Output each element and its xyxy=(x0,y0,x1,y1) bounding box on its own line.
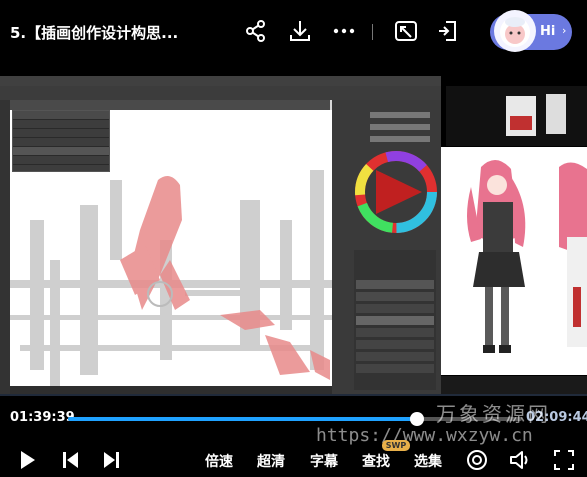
os-taskbar xyxy=(0,394,587,396)
app-toolbox xyxy=(0,100,10,394)
app-menubar xyxy=(0,76,441,86)
assistant-label: Hi xyxy=(540,24,556,39)
reference-image xyxy=(441,147,587,375)
assistant-avatar[interactable] xyxy=(494,10,536,52)
previous-icon[interactable] xyxy=(58,447,84,473)
screen-cast-icon[interactable] xyxy=(393,18,419,44)
video-title: 5.【插画创作设计构思... xyxy=(10,24,179,42)
reference-toolbar xyxy=(441,376,587,396)
fullscreen-icon[interactable] xyxy=(551,447,577,473)
play-icon[interactable] xyxy=(14,447,40,473)
subtitle-button[interactable]: 字幕 xyxy=(310,451,338,471)
reference-thumbnail xyxy=(446,86,587,146)
download-icon[interactable] xyxy=(287,18,313,44)
watermark-badge: SWP xyxy=(382,440,410,451)
watermark-url: https://www.wxzyw.cn xyxy=(316,425,533,446)
search-button[interactable]: 查找 xyxy=(362,451,390,471)
progress-handle[interactable] xyxy=(409,412,424,426)
volume-icon[interactable] xyxy=(507,447,533,473)
episodes-button[interactable]: 选集 xyxy=(414,451,442,471)
current-time: 01:39:39 xyxy=(10,410,75,425)
app-options-bar xyxy=(0,86,441,100)
app-status-bar xyxy=(10,386,332,394)
more-icon[interactable] xyxy=(331,18,357,44)
chevron-right-icon: › xyxy=(562,24,567,37)
quality-button[interactable]: 超清 xyxy=(257,451,285,471)
progress-fill xyxy=(68,417,417,421)
next-icon[interactable] xyxy=(98,447,124,473)
mini-window-icon[interactable] xyxy=(436,18,462,44)
speed-button[interactable]: 倍速 xyxy=(205,451,233,471)
share-icon[interactable] xyxy=(243,18,269,44)
danmaku-icon[interactable] xyxy=(464,447,490,473)
watermark-brand: 万象资源网 xyxy=(436,402,551,426)
toolbar-divider xyxy=(372,24,373,40)
document-tab-strip xyxy=(10,100,330,110)
video-frame[interactable] xyxy=(0,76,587,396)
app-right-panels xyxy=(332,100,441,394)
layers-popup xyxy=(12,110,110,172)
